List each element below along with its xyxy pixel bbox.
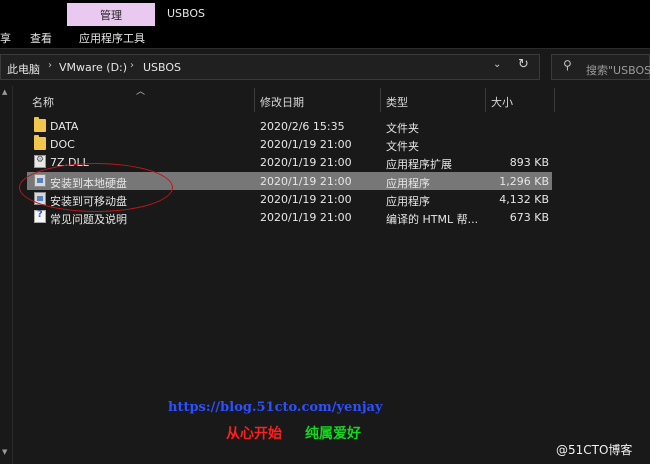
column-divider[interactable] [485, 88, 486, 112]
tab-view[interactable]: 查看 [30, 30, 52, 46]
sort-ascending-icon: ︿ [136, 87, 146, 97]
folder-icon [34, 117, 46, 132]
tab-manage[interactable]: 管理 [67, 3, 155, 26]
file-type: 应用程序 [386, 177, 430, 190]
file-date: 2020/1/19 21:00 [260, 156, 352, 169]
nav-pane-scrollbar[interactable] [0, 86, 13, 464]
scroll-down-icon[interactable]: ▼ [2, 448, 7, 456]
breadcrumb-separator-icon[interactable]: › [48, 60, 52, 71]
file-size: 4,132 KB [499, 193, 549, 206]
column-divider[interactable] [554, 88, 555, 112]
watermark-url: https://blog.51cto.com/yenjay [168, 400, 383, 415]
column-header-name[interactable]: 名称 [32, 94, 54, 110]
breadcrumb-this-pc[interactable]: 此电脑 [7, 61, 40, 77]
watermark-site: @51CTO博客 [556, 443, 633, 457]
file-size: 673 KB [509, 211, 549, 224]
file-date: 2020/1/19 21:00 [260, 211, 352, 224]
search-placeholder: 搜索"USBOS" [586, 64, 650, 77]
file-date: 2020/2/6 15:35 [260, 120, 345, 133]
file-size: 893 KB [509, 156, 549, 169]
folder-icon [34, 135, 46, 150]
file-type: 文件夹 [386, 122, 419, 135]
column-header-size[interactable]: 大小 [491, 94, 513, 110]
file-date: 2020/1/19 21:00 [260, 175, 352, 188]
search-icon: ⚲ [563, 58, 572, 72]
file-type: 应用程序扩展 [386, 158, 452, 171]
tab-share[interactable]: 享 [0, 30, 11, 46]
column-divider[interactable] [254, 88, 255, 112]
breadcrumb-separator-icon[interactable]: › [130, 60, 134, 71]
column-divider[interactable] [380, 88, 381, 112]
chm-file-icon [34, 209, 46, 223]
file-date: 2020/1/19 21:00 [260, 138, 352, 151]
file-size: 1,296 KB [499, 175, 549, 188]
watermark-slogan-green: 纯属爱好 [305, 426, 361, 442]
dll-file-icon [34, 155, 46, 168]
column-header-date[interactable]: 修改日期 [260, 94, 304, 110]
file-type: 文件夹 [386, 140, 419, 153]
chevron-down-icon[interactable]: ⌄ [493, 59, 501, 70]
file-row[interactable]: DATA 2020/2/6 15:35 文件夹 [27, 117, 552, 135]
tab-app-tools[interactable]: 应用程序工具 [79, 30, 145, 46]
breadcrumb-folder[interactable]: USBOS [143, 61, 181, 74]
window-title: USBOS [167, 7, 206, 20]
file-type: 应用程序 [386, 195, 430, 208]
file-date: 2020/1/19 21:00 [260, 193, 352, 206]
file-type: 编译的 HTML 帮... [386, 213, 479, 226]
annotation-ellipse [19, 163, 173, 212]
watermark-slogan-red: 从心开始 [226, 426, 282, 442]
file-name: DOC [50, 138, 75, 151]
file-name: DATA [50, 120, 79, 133]
column-header-type[interactable]: 类型 [386, 94, 408, 110]
scroll-up-icon[interactable]: ▲ [2, 88, 7, 96]
refresh-icon[interactable]: ↻ [518, 57, 529, 72]
file-name: 常见问题及说明 [50, 213, 127, 226]
file-row[interactable]: DOC 2020/1/19 21:00 文件夹 [27, 135, 552, 153]
breadcrumb-drive[interactable]: VMware (D:) [59, 61, 127, 74]
